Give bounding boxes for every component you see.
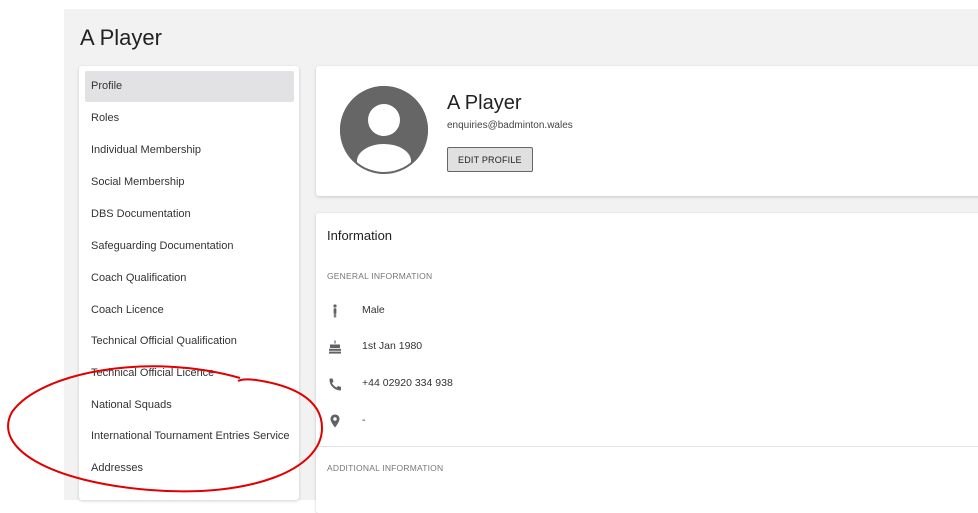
phone-row: +44 02920 334 938	[327, 374, 827, 394]
birthdate-value: 1st Jan 1980	[362, 340, 423, 352]
account-circle-icon	[340, 86, 428, 174]
information-card: Information GENERAL INFORMATION Male 1st…	[316, 213, 978, 513]
gender-row: Male	[327, 301, 827, 321]
sidebar-item-technical-official-licence[interactable]: Technical Official Licence	[85, 358, 294, 389]
sidebar-item-social-membership[interactable]: Social Membership	[85, 167, 294, 198]
sidebar-item-national-squads[interactable]: National Squads	[85, 390, 294, 421]
phone-value: +44 02920 334 938	[362, 377, 453, 389]
birthdate-row: 1st Jan 1980	[327, 337, 827, 357]
sidebar-item-dbs-documentation[interactable]: DBS Documentation	[85, 199, 294, 230]
sidebar-item-profile[interactable]: Profile	[85, 71, 294, 102]
address-value: -	[362, 414, 366, 426]
profile-card: A Player enquiries@badminton.wales EDIT …	[316, 66, 978, 196]
sidebar-item-addresses[interactable]: Addresses	[85, 453, 294, 484]
sidebar-item-safeguarding-documentation[interactable]: Safeguarding Documentation	[85, 231, 294, 262]
sidebar-nav: Profile Roles Individual Membership Soci…	[79, 66, 299, 500]
cake-icon	[327, 339, 343, 355]
page-title: A Player	[80, 25, 162, 50]
gender-value: Male	[362, 304, 385, 316]
sidebar-item-individual-membership[interactable]: Individual Membership	[85, 135, 294, 166]
sidebar-item-coach-licence[interactable]: Coach Licence	[85, 295, 294, 326]
information-title: Information	[327, 228, 393, 243]
profile-email: enquiries@badminton.wales	[447, 120, 573, 131]
sidebar-item-technical-official-qualification[interactable]: Technical Official Qualification	[85, 326, 294, 357]
sidebar-item-coach-qualification[interactable]: Coach Qualification	[85, 263, 294, 294]
profile-name: A Player	[447, 92, 522, 114]
person-icon	[327, 303, 343, 319]
section-divider	[316, 446, 978, 447]
edit-profile-button[interactable]: EDIT PROFILE	[447, 147, 533, 172]
sidebar-item-international-tournament-entries-service[interactable]: International Tournament Entries Service	[85, 421, 294, 452]
location-pin-icon	[327, 413, 343, 429]
address-row: -	[327, 411, 827, 431]
sidebar-item-roles[interactable]: Roles	[85, 103, 294, 134]
general-information-label: GENERAL INFORMATION	[327, 271, 433, 281]
additional-information-label: ADDITIONAL INFORMATION	[327, 463, 444, 473]
phone-icon	[327, 376, 343, 392]
